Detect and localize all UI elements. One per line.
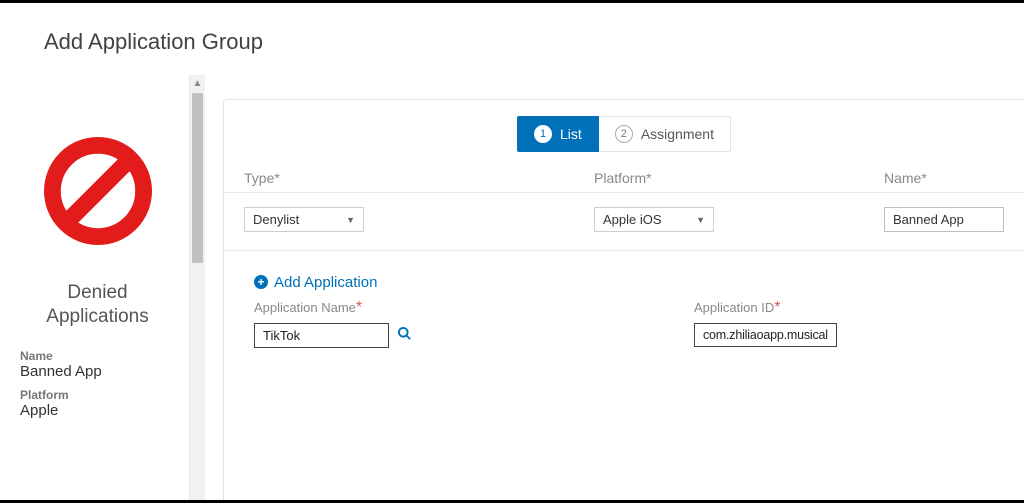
plus-icon: + [254,275,268,289]
denied-icon [38,131,158,251]
sidebar: Denied Applications Name Banned App Plat… [6,75,189,500]
col-name-header: Name* [884,170,1004,186]
sidebar-title: Denied Applications [20,281,175,329]
wizard-steps: 1 List 2 Assignment [224,116,1024,152]
chevron-down-icon: ▼ [696,215,705,225]
required-mark: * [356,299,362,316]
step-label: Assignment [641,126,714,142]
app-name-label: Application Name [254,300,356,315]
step-label: List [560,126,582,142]
app-id-label: Application ID [694,300,774,315]
step-list[interactable]: 1 List [517,116,599,152]
name-input[interactable] [884,207,1004,232]
sidebar-name-label: Name [20,349,175,363]
chevron-down-icon: ▼ [346,215,355,225]
scroll-thumb[interactable] [192,93,203,263]
step-number: 1 [534,125,552,143]
step-assignment[interactable]: 2 Assignment [599,116,731,152]
search-icon[interactable] [397,326,412,345]
col-platform-header: Platform* [594,170,884,186]
platform-select[interactable]: Apple iOS ▼ [594,207,714,232]
sidebar-name-value: Banned App [20,363,175,380]
type-select-value: Denylist [253,212,299,227]
wizard-panel: 1 List 2 Assignment Type* Platform* Name… [223,99,1024,500]
add-application-link[interactable]: + Add Application [254,274,377,291]
app-name-input[interactable] [254,323,389,348]
sidebar-scrollbar[interactable]: ▲ [189,75,205,500]
app-id-input[interactable] [694,323,837,347]
page-header: Add Application Group [0,3,1024,75]
step-number: 2 [615,125,633,143]
type-select[interactable]: Denylist ▼ [244,207,364,232]
page-title: Add Application Group [44,29,1024,55]
scroll-up-icon[interactable]: ▲ [190,75,205,91]
required-mark: * [774,299,780,316]
add-application-label: Add Application [274,274,377,291]
sidebar-platform-label: Platform [20,388,175,402]
col-type-header: Type* [244,170,594,186]
sidebar-platform-value: Apple [20,402,175,419]
platform-select-value: Apple iOS [603,212,662,227]
